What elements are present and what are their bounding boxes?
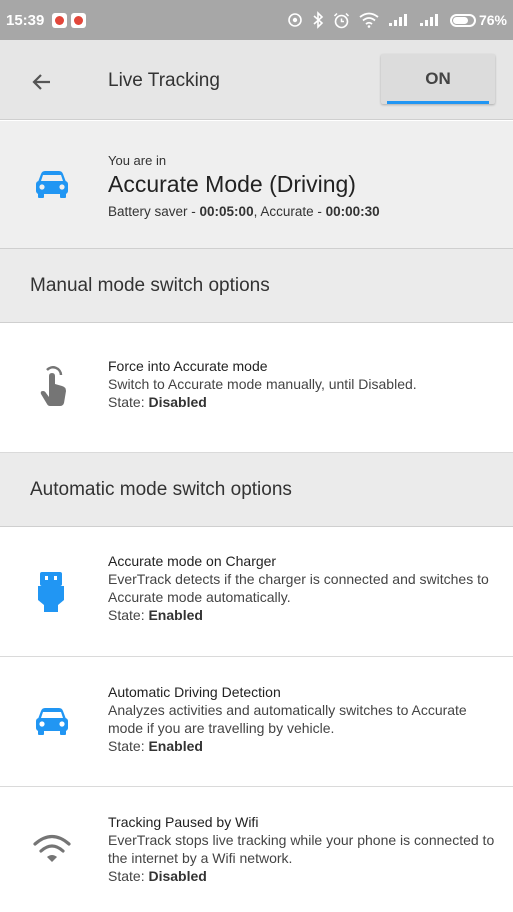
alarm-icon [333,12,349,28]
item-description: EverTrack detects if the charger is conn… [108,571,489,605]
state-value: Enabled [148,607,203,623]
current-mode-card: You are in Accurate Mode (Driving) Batte… [0,121,513,249]
cell-signal-icon [388,14,407,26]
item-title: Force into Accurate mode [108,358,268,374]
battery-saver-label: Battery saver - [108,204,200,219]
item-title: Automatic Driving Detection [108,684,281,700]
state-value: Disabled [148,868,207,884]
item-description: Analyzes activities and automatically sw… [108,702,467,736]
state-label: State: [108,607,149,623]
force-accurate-mode-item[interactable]: Force into Accurate mode Switch to Accur… [0,323,513,453]
battery-saver-interval: 00:05:00 [199,204,254,219]
state-value: Disabled [148,394,207,410]
item-title: Accurate mode on Charger [108,553,277,569]
car-icon [36,171,68,198]
cell-signal-icon [419,14,438,26]
accurate-interval: 00:00:30 [325,204,380,219]
wifi-item-text: Tracking Paused by Wifi EverTrack stops … [108,813,499,885]
live-tracking-toggle-button[interactable]: ON [381,54,495,104]
touch-hand-icon [40,366,66,406]
notification-icon [52,12,68,28]
page-title: Live Tracking [108,70,220,91]
battery-percent: 76% [478,12,507,28]
arrow-back-icon [32,74,50,90]
state-label: State: [108,738,149,754]
automatic-section-header: Automatic mode switch options [0,453,513,527]
toggle-label: ON [425,69,451,88]
current-mode-name: Accurate Mode (Driving) [108,171,356,197]
battery-indicator: 76% [449,12,507,28]
mode-intervals: Battery saver - 00:05:00, Accurate - 00:… [108,204,380,219]
bluetooth-icon [313,11,324,29]
state-value: Enabled [148,738,203,754]
state-label: State: [108,868,149,884]
driving-item-text: Automatic Driving Detection Analyzes act… [108,683,499,755]
item-state: State: Enabled [108,737,499,755]
usb-plug-icon [38,572,64,612]
notification-icon [71,12,87,28]
automatic-driving-detection-item[interactable]: Automatic Driving Detection Analyzes act… [0,657,513,787]
toggle-underline [387,101,489,104]
wifi-icon [33,834,71,862]
item-state: State: Disabled [108,393,499,411]
location-icon [288,13,302,27]
mode-prefix: You are in [108,153,167,168]
wifi-signal-icon [359,12,379,28]
item-state: State: Enabled [108,606,499,624]
item-description: Switch to Accurate mode manually, until … [108,376,417,392]
item-state: State: Disabled [108,867,499,885]
item-description: EverTrack stops live tracking while your… [108,832,495,866]
battery-icon [449,13,476,27]
item-title: Tracking Paused by Wifi [108,814,259,830]
car-icon [36,708,68,735]
manual-section-header: Manual mode switch options [0,249,513,323]
accurate-on-charger-item[interactable]: Accurate mode on Charger EverTrack detec… [0,527,513,657]
back-button[interactable] [24,64,60,100]
tracking-paused-by-wifi-item[interactable]: Tracking Paused by Wifi EverTrack stops … [0,787,513,912]
charger-item-text: Accurate mode on Charger EverTrack detec… [108,552,499,624]
state-label: State: [108,394,149,410]
status-bar: 15:39 76% [0,0,513,40]
status-time: 15:39 [6,11,45,29]
force-accurate-text: Force into Accurate mode Switch to Accur… [108,357,499,411]
app-bar: Live Tracking ON [0,40,513,120]
accurate-label: , Accurate - [253,204,326,219]
